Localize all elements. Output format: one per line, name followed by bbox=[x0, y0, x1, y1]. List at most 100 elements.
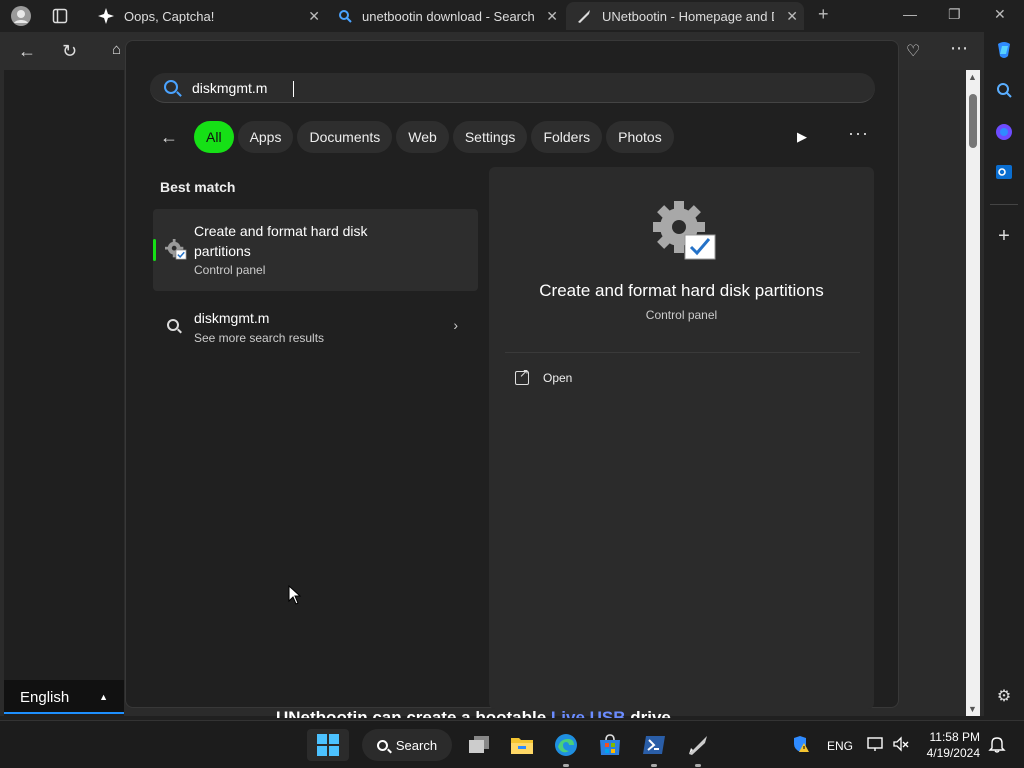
close-tab-icon[interactable]: ✕ bbox=[786, 8, 798, 25]
headline-suffix: drive bbox=[625, 708, 671, 718]
input-language[interactable]: ENG bbox=[827, 739, 853, 753]
more-search-results[interactable]: diskmgmt.m See more search results › bbox=[153, 301, 478, 351]
close-window-icon[interactable]: ✕ bbox=[994, 6, 1006, 23]
tab-title: unetbootin download - Search bbox=[362, 8, 535, 24]
search-sidebar-icon[interactable] bbox=[994, 80, 1014, 100]
scroll-down-icon[interactable]: ▼ bbox=[968, 704, 977, 714]
search-box[interactable] bbox=[150, 73, 875, 103]
minimize-icon[interactable]: — bbox=[903, 6, 917, 22]
filter-web[interactable]: Web bbox=[396, 121, 449, 153]
network-icon[interactable] bbox=[866, 735, 884, 758]
task-view-icon[interactable] bbox=[464, 729, 494, 761]
unetbootin-app-icon[interactable] bbox=[683, 729, 713, 767]
scroll-up-icon[interactable]: ▲ bbox=[968, 72, 977, 82]
add-icon[interactable]: + bbox=[994, 225, 1014, 247]
text-caret bbox=[293, 81, 294, 97]
open-external-icon bbox=[515, 366, 529, 385]
unetbootin-icon bbox=[578, 10, 590, 23]
back-arrow-icon[interactable]: ← bbox=[160, 127, 180, 148]
best-match-heading: Best match bbox=[160, 179, 236, 195]
volume-muted-icon[interactable] bbox=[892, 735, 910, 758]
windows-logo-icon bbox=[317, 734, 339, 756]
system-clock[interactable]: 11:58 PM 4/19/2024 bbox=[918, 729, 980, 761]
live-usb-link[interactable]: Live USB bbox=[551, 708, 626, 718]
new-tab-icon[interactable]: + bbox=[818, 4, 829, 25]
refresh-icon[interactable]: ↻ bbox=[62, 41, 77, 62]
health-icon[interactable]: ♡ bbox=[906, 41, 920, 61]
tab-search[interactable]: unetbootin download - Search ✕ bbox=[328, 2, 564, 30]
search-icon bbox=[376, 739, 388, 751]
caret-up-icon: ▲ bbox=[99, 692, 108, 702]
filter-apps[interactable]: Apps bbox=[237, 121, 294, 153]
edge-sidebar: + ⚙ bbox=[984, 32, 1024, 716]
more-options-icon[interactable]: ··· bbox=[848, 123, 869, 144]
tab-title: Oops, Captcha! bbox=[124, 8, 215, 24]
filter-all[interactable]: All bbox=[194, 121, 234, 153]
running-indicator bbox=[651, 764, 657, 767]
search-icon bbox=[167, 319, 179, 331]
chevron-right-icon: › bbox=[453, 317, 458, 333]
browser-tab-bar: Oops, Captcha! ✕ unetbootin download - S… bbox=[0, 0, 1024, 32]
close-tab-icon[interactable]: ✕ bbox=[308, 8, 320, 25]
page-left-column bbox=[4, 70, 124, 716]
clock-date: 4/19/2024 bbox=[926, 746, 980, 760]
search-icon bbox=[164, 80, 178, 94]
scrollbar-thumb[interactable] bbox=[969, 94, 977, 148]
copilot-app-icon[interactable] bbox=[994, 122, 1014, 142]
best-match-subtitle: Control panel bbox=[194, 263, 266, 277]
headline-text: UNetbootin can create a bootable bbox=[276, 708, 551, 718]
tab-unetbootin[interactable]: UNetbootin - Homepage and Do ✕ bbox=[566, 2, 804, 30]
open-action[interactable]: Open bbox=[515, 366, 573, 385]
start-search-panel: ← All Apps Documents Web Settings Folder… bbox=[125, 40, 899, 709]
copilot-icon[interactable] bbox=[994, 40, 1014, 60]
security-warning-icon[interactable] bbox=[792, 735, 810, 758]
taskbar-search-button[interactable]: Search bbox=[362, 729, 452, 761]
search-icon bbox=[339, 10, 352, 23]
microsoft-store-icon[interactable] bbox=[595, 729, 625, 761]
disk-management-gear-icon bbox=[165, 239, 187, 260]
tab-captcha[interactable]: Oops, Captcha! ✕ bbox=[88, 2, 326, 30]
restore-icon[interactable]: ❐ bbox=[948, 6, 961, 23]
more-results-subtitle: See more search results bbox=[194, 331, 325, 345]
filter-settings[interactable]: Settings bbox=[452, 121, 528, 153]
open-label: Open bbox=[543, 371, 573, 385]
language-label: English bbox=[20, 688, 70, 706]
best-match-result[interactable]: Create and format hard disk partitions C… bbox=[153, 209, 478, 291]
settings-gear-icon[interactable]: ⚙ bbox=[994, 686, 1014, 706]
back-icon[interactable]: ← bbox=[18, 41, 36, 62]
more-results-title: diskmgmt.m bbox=[194, 310, 270, 326]
best-match-title: Create and format hard disk partitions bbox=[194, 223, 368, 259]
preview-title: Create and format hard disk partitions bbox=[539, 281, 824, 300]
edge-browser-icon[interactable] bbox=[551, 729, 581, 767]
notification-bell-icon[interactable] bbox=[988, 735, 1006, 758]
sidebar-divider bbox=[990, 204, 1018, 205]
powershell-icon[interactable] bbox=[639, 729, 669, 767]
profile-avatar-icon[interactable] bbox=[11, 6, 31, 26]
page-scrollbar[interactable]: ▲ ▼ bbox=[966, 70, 980, 716]
running-indicator bbox=[695, 764, 701, 767]
disk-management-gear-icon bbox=[653, 201, 716, 260]
tab-actions-icon[interactable] bbox=[50, 6, 70, 26]
filter-photos[interactable]: Photos bbox=[606, 121, 674, 153]
filter-bar: ← All Apps Documents Web Settings Folder… bbox=[160, 121, 678, 153]
filter-documents[interactable]: Documents bbox=[297, 121, 393, 153]
filter-folders[interactable]: Folders bbox=[531, 121, 603, 153]
file-explorer-icon[interactable] bbox=[507, 729, 537, 761]
preview-divider bbox=[505, 352, 860, 353]
close-tab-icon[interactable]: ✕ bbox=[546, 8, 558, 25]
outlook-icon[interactable] bbox=[994, 162, 1014, 182]
mouse-cursor-icon bbox=[288, 585, 302, 605]
start-button[interactable] bbox=[307, 729, 349, 761]
taskbar: Search ENG 11:58 PM 4/19/2024 bbox=[0, 720, 1024, 768]
running-indicator bbox=[563, 764, 569, 767]
selection-indicator bbox=[153, 239, 156, 261]
play-icon[interactable]: ▶ bbox=[797, 129, 807, 145]
home-icon[interactable]: ⌂ bbox=[112, 41, 121, 58]
clock-time: 11:58 PM bbox=[929, 730, 980, 744]
preview-subtitle: Control panel bbox=[645, 308, 718, 322]
language-selector[interactable]: English ▲ bbox=[4, 680, 124, 714]
page-headline: UNetbootin can create a bootable Live US… bbox=[276, 708, 671, 718]
tab-title: UNetbootin - Homepage and Do bbox=[602, 8, 774, 24]
search-input[interactable] bbox=[192, 78, 792, 98]
more-options-icon[interactable]: ⋯ bbox=[950, 38, 968, 59]
